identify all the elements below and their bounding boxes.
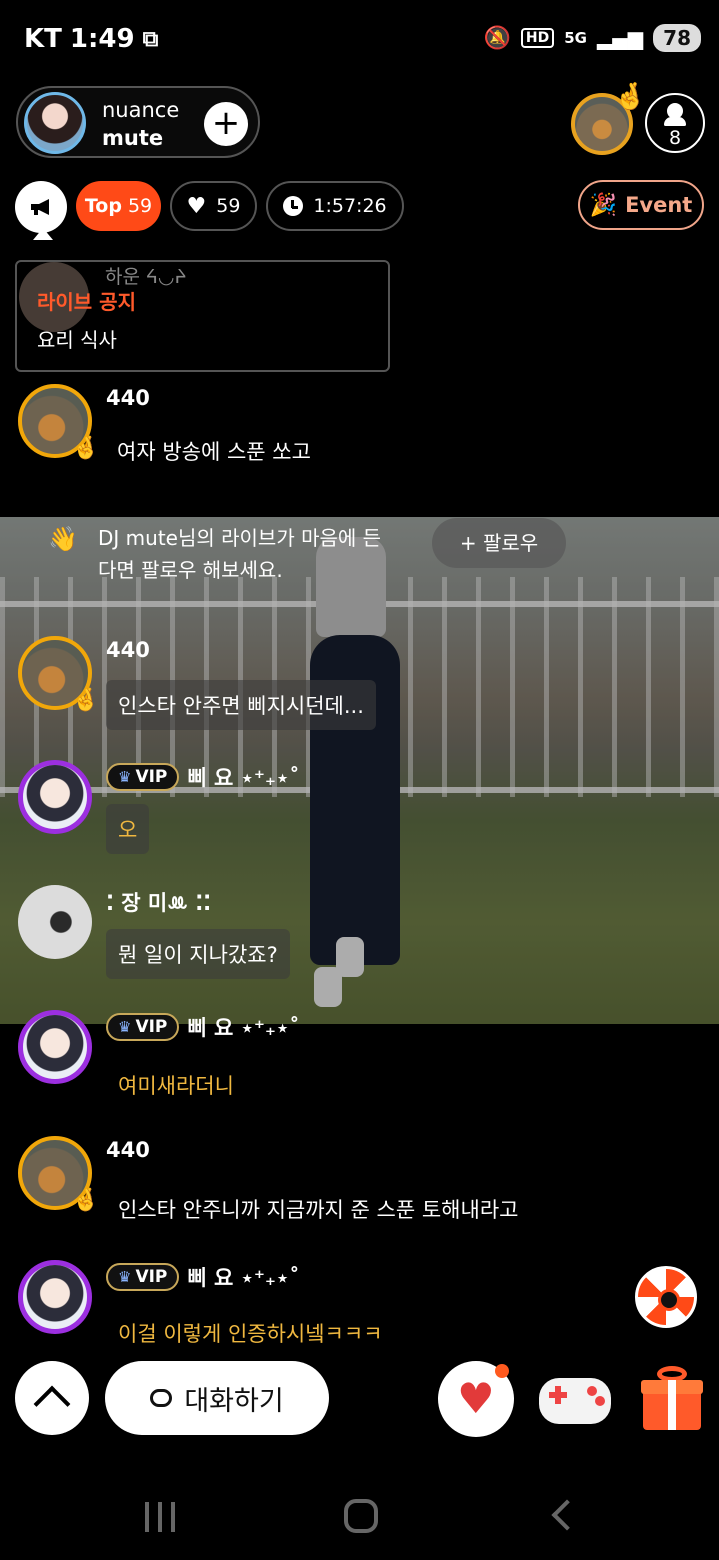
party-popper-icon: 🎉 — [589, 192, 618, 218]
notice-pointer — [33, 228, 53, 240]
viewer-count-button[interactable]: 8 — [645, 93, 705, 153]
chat-text: 여자 방송에 스푼 쏘고 — [117, 440, 311, 464]
person-icon — [664, 103, 686, 126]
heart-icon: ♥ — [186, 193, 207, 219]
status-bar: KT 1:49 ⧉ 🔕 HD 5G ▂▄▆ 78 — [0, 0, 719, 80]
screenshot-icon: ⧉ — [142, 26, 159, 52]
chat-nickname[interactable]: 440 — [106, 1138, 150, 1162]
crown-icon: ♛ — [118, 1268, 132, 1286]
vip-badge: ♛ VIP — [106, 1013, 180, 1041]
carrier-label: KT — [24, 24, 62, 54]
follow-plus-button[interactable]: + — [204, 102, 248, 146]
clock-icon — [283, 196, 304, 216]
chat-nickname[interactable]: 440 — [106, 638, 150, 662]
vip-label: VIP — [135, 1267, 168, 1287]
home-icon[interactable] — [344, 1499, 378, 1533]
duration-pill: 1:57:26 — [266, 181, 404, 231]
mute-icon: 🔕 — [483, 25, 511, 51]
recent-apps-icon[interactable] — [145, 1502, 175, 1532]
hand-badge-icon: 🤞 — [72, 1188, 100, 1213]
broadcast-duration: 1:57:26 — [313, 195, 387, 217]
crown-icon: ♛ — [118, 1018, 132, 1036]
event-label: Event — [625, 193, 693, 217]
host-name: nuance — [102, 98, 180, 122]
nickname-text: 삐 요 ⋆⁺₊⋆˚ — [187, 766, 300, 790]
heart-icon: ♥ — [457, 1374, 495, 1423]
nickname-text: 삐 요 ⋆⁺₊⋆˚ — [187, 1016, 300, 1040]
event-button[interactable]: 🎉 Event — [578, 180, 704, 230]
roulette-icon[interactable] — [635, 1266, 697, 1328]
crown-icon: ♛ — [118, 768, 132, 786]
vip-label: VIP — [135, 1017, 168, 1037]
host-profile-pill[interactable]: nuance mute + — [16, 86, 260, 158]
chat-avatar[interactable] — [18, 760, 92, 834]
battery-indicator: 78 — [653, 24, 701, 52]
hand-badge-icon: 🤞 — [72, 688, 100, 713]
vip-label: VIP — [135, 767, 168, 787]
live-notice-card[interactable]: 하운 ᔦ◡ᔨ 라이브 공지 요리 식사 — [15, 260, 390, 372]
status-left: KT 1:49 ⧉ — [24, 24, 158, 54]
collapse-up-button[interactable] — [15, 1361, 89, 1435]
follow-prompt-text: DJ mute님의 라이브가 마음에 든다면 팔로우 해보세요. — [46, 522, 386, 586]
chat-nickname[interactable]: ♛ VIP 삐 요 ⋆⁺₊⋆˚ — [106, 1262, 300, 1292]
notice-title: 라이브 공지 — [37, 290, 136, 314]
clock: 1:49 — [69, 24, 135, 54]
back-icon[interactable] — [551, 1499, 583, 1531]
chat-nickname[interactable]: ⁚ 장 미ꔛ ⁚⁚ — [106, 887, 211, 917]
hd-badge: HD — [520, 28, 555, 48]
host-avatar[interactable] — [24, 92, 86, 154]
follow-button[interactable]: + 팔로우 — [432, 518, 566, 568]
megaphone-icon — [31, 199, 49, 215]
chat-text: 인스타 안주면 삐지시던데... — [106, 680, 376, 730]
likes-count: 59 — [216, 195, 241, 217]
signal-icon: ▂▄▆ — [597, 26, 644, 50]
likes-pill[interactable]: ♥ 59 — [170, 181, 257, 231]
top-rank-badge[interactable]: Top 59 — [76, 181, 161, 231]
vip-badge: ♛ VIP — [106, 1263, 180, 1291]
gift-button[interactable] — [641, 1366, 703, 1432]
top-rank-value: 59 — [127, 195, 153, 217]
chat-nickname[interactable]: 440 — [106, 386, 150, 410]
speech-bubble-icon — [150, 1389, 173, 1407]
notice-body: 요리 식사 — [37, 328, 117, 352]
host-dj-name: mute — [102, 126, 164, 150]
game-button[interactable] — [539, 1370, 611, 1428]
chat-nickname[interactable]: ♛ VIP 삐 요 ⋆⁺₊⋆˚ — [106, 762, 300, 792]
hand-badge-icon: 🤞 — [72, 436, 100, 461]
status-right: 🔕 HD 5G ▂▄▆ 78 — [483, 24, 701, 52]
chat-avatar[interactable] — [18, 885, 92, 959]
network-label: 5G — [564, 29, 587, 47]
hand-badge-icon: 🤞 — [614, 82, 647, 112]
viewer-count: 8 — [668, 127, 682, 149]
vip-badge: ♛ VIP — [106, 763, 180, 791]
chat-button-label: 대화하기 — [184, 1385, 284, 1417]
chat-text: 인스타 안주니까 지금까지 준 스푼 토해내라고 — [118, 1198, 519, 1222]
system-nav-bar — [0, 1470, 719, 1560]
nickname-text: 440 — [106, 386, 150, 410]
notice-toggle-button[interactable] — [15, 181, 67, 233]
nickname-text: 440 — [106, 638, 150, 662]
nickname-text: ⁚ 장 미ꔛ ⁚⁚ — [106, 891, 212, 915]
plus-icon: + — [211, 103, 241, 143]
follow-prompt-label: DJ mute님의 라이브가 마음에 든다면 팔로우 해보세요. — [98, 526, 382, 582]
chat-nickname[interactable]: ♛ VIP 삐 요 ⋆⁺₊⋆˚ — [106, 1012, 300, 1042]
chat-text: 오 — [106, 804, 150, 854]
chat-input-button[interactable]: 대화하기 — [105, 1361, 329, 1435]
ghost-nickname: 하운 ᔦ◡ᔨ — [105, 266, 187, 288]
notification-dot — [495, 1364, 509, 1378]
chat-text: 뭔 일이 지나갔죠? — [106, 929, 290, 979]
chat-avatar[interactable] — [18, 1010, 92, 1084]
chat-text: 여미새라더니 — [118, 1074, 234, 1098]
chat-text: 이걸 이렇게 인증하시넼ㅋㅋㅋ — [118, 1322, 383, 1346]
nickname-text: 440 — [106, 1138, 150, 1162]
chat-avatar[interactable] — [18, 1260, 92, 1334]
top-rank-label: Top — [84, 195, 122, 217]
nickname-text: 삐 요 ⋆⁺₊⋆˚ — [187, 1266, 300, 1290]
